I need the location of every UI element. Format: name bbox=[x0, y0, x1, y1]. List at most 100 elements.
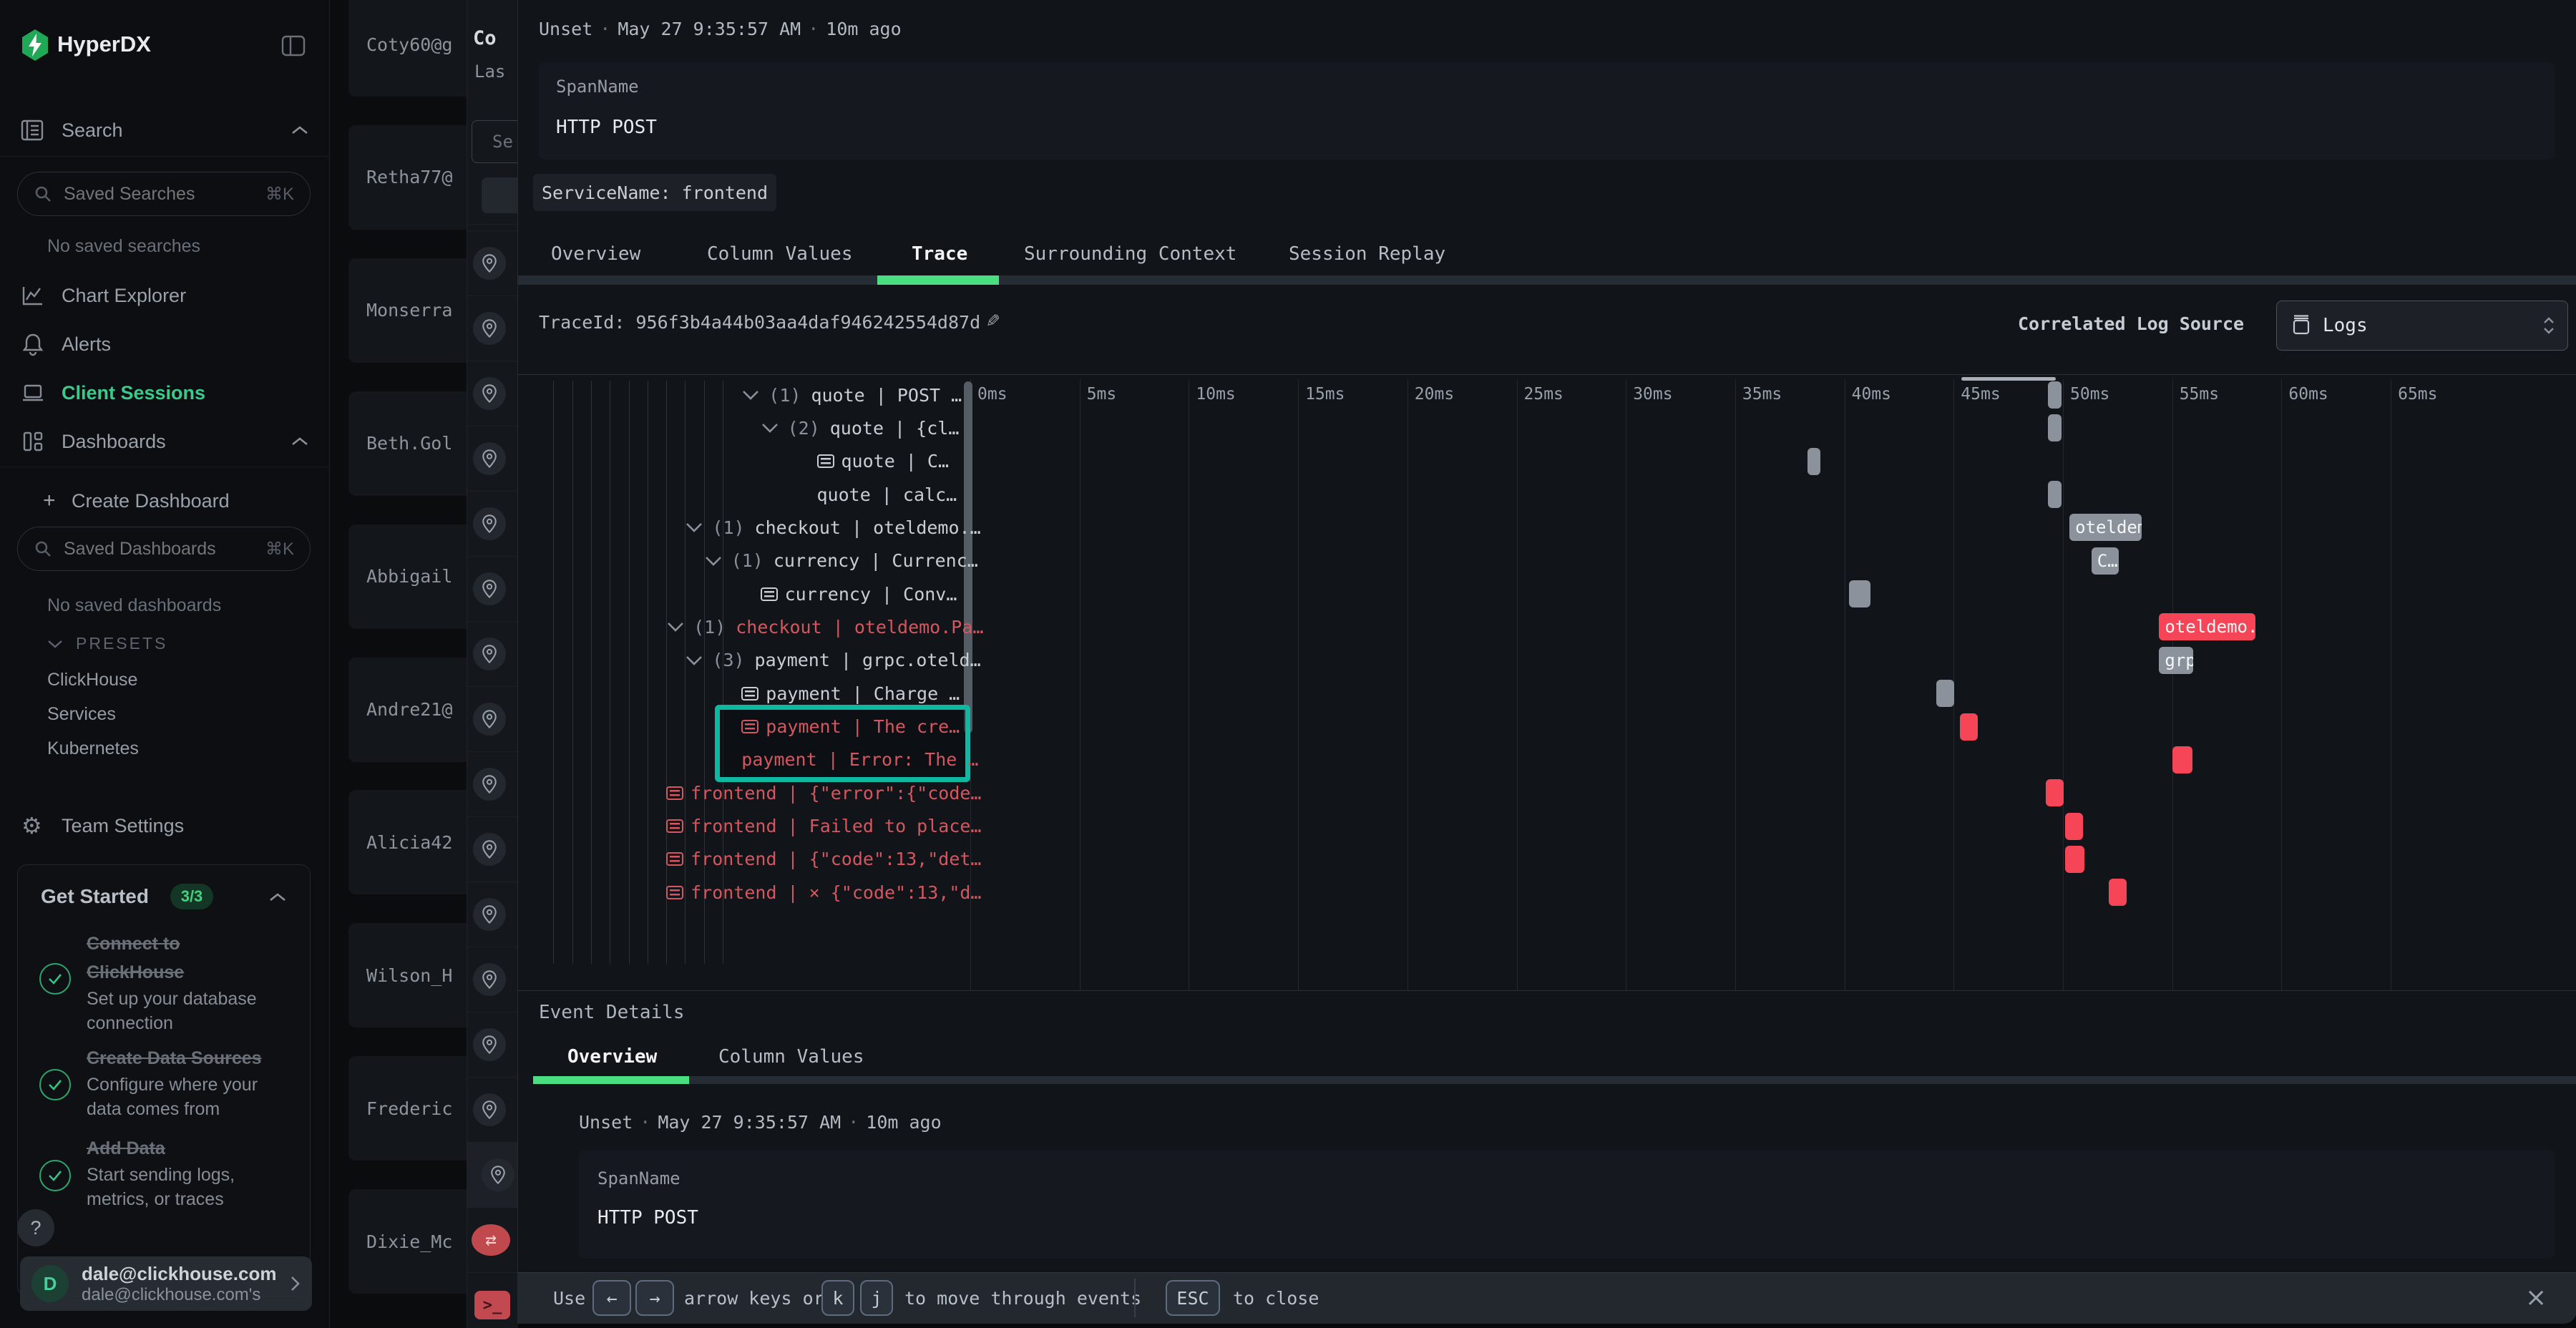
key-arrow-left[interactable]: ← bbox=[592, 1280, 631, 1316]
preset-services[interactable]: Services bbox=[47, 704, 116, 725]
location-pin-icon[interactable] bbox=[473, 442, 506, 475]
chevron-down-icon[interactable] bbox=[741, 389, 760, 401]
span-duration-bar[interactable] bbox=[2048, 414, 2062, 441]
event-details-tab-overview[interactable]: Overview bbox=[567, 1046, 657, 1068]
span-duration-bar[interactable] bbox=[2046, 779, 2064, 806]
trace-tree-row[interactable]: frontend | Failed to place… bbox=[666, 810, 981, 843]
chevron-down-icon[interactable] bbox=[685, 655, 703, 666]
preset-clickhouse[interactable]: ClickHouse bbox=[47, 670, 137, 690]
span-duration-bar[interactable] bbox=[2065, 846, 2084, 873]
get-started-item[interactable]: Add Data Start sending logs, metrics, or… bbox=[87, 1134, 235, 1211]
collapse-sidebar-icon[interactable] bbox=[280, 33, 306, 59]
span-duration-bar[interactable]: oteldemo… bbox=[2069, 514, 2142, 541]
preset-kubernetes[interactable]: Kubernetes bbox=[47, 738, 139, 759]
key-k[interactable]: k bbox=[821, 1280, 854, 1316]
location-pin-icon[interactable] bbox=[473, 833, 506, 866]
span-duration-bar[interactable]: C… bbox=[2092, 547, 2119, 575]
location-pin-icon[interactable] bbox=[473, 1093, 506, 1126]
span-duration-bar[interactable] bbox=[2048, 381, 2062, 409]
span-label: frontend | {"code":13,"det… bbox=[691, 849, 981, 869]
trace-tree-row[interactable]: payment | The cre… bbox=[741, 711, 960, 743]
trace-tree-row[interactable]: (2)quote | {cl… bbox=[761, 411, 960, 444]
trace-tree-row[interactable]: (1)checkout | oteldemo.… bbox=[685, 511, 980, 544]
chevron-down-icon[interactable] bbox=[704, 555, 723, 567]
chevron-down-icon[interactable] bbox=[685, 522, 703, 533]
span-duration-bar[interactable] bbox=[1849, 580, 1870, 607]
swap-arrows-icon[interactable]: ⇄ bbox=[472, 1224, 510, 1256]
sidebar-item-dashboards[interactable]: Dashboards bbox=[0, 421, 329, 462]
session-user-email: Frederic bbox=[366, 1098, 452, 1119]
session-list-background: Coty60@gRetha77@MonserraBeth.GolAbbigail… bbox=[329, 0, 467, 1328]
shortcut-hint: ⌘K bbox=[265, 539, 294, 560]
sidebar-item-search[interactable]: Search bbox=[0, 110, 329, 150]
span-duration-bar[interactable] bbox=[2109, 879, 2127, 906]
trace-tree-row[interactable]: (1)checkout | oteldemo.Pa… bbox=[666, 610, 983, 643]
trace-tree-row[interactable]: currency | Conv… bbox=[761, 577, 957, 610]
key-esc[interactable]: ESC bbox=[1166, 1280, 1220, 1316]
timeline-tick-label: 55ms bbox=[2180, 385, 2219, 404]
location-pin-icon[interactable] bbox=[473, 703, 506, 736]
tree-indent-guide bbox=[553, 381, 554, 964]
get-started-item[interactable]: Connect to ClickHouse Set up your databa… bbox=[87, 929, 257, 1035]
location-pin-icon[interactable] bbox=[482, 1158, 514, 1191]
trace-tree-row[interactable]: frontend | {"code":13,"det… bbox=[666, 843, 981, 876]
panel-search-input-clipped[interactable]: Se bbox=[472, 120, 518, 163]
close-icon[interactable]: × bbox=[2525, 1283, 2547, 1312]
chevron-up-icon[interactable] bbox=[267, 891, 288, 904]
trace-tree-row[interactable]: frontend | × {"code":13,"d… bbox=[666, 876, 981, 909]
sidebar-item-alerts[interactable]: Alerts bbox=[0, 324, 329, 364]
span-duration-bar[interactable] bbox=[2172, 746, 2192, 773]
key-j[interactable]: j bbox=[860, 1280, 893, 1316]
span-duration-bar[interactable] bbox=[2065, 813, 2083, 840]
sidebar-item-chart-explorer[interactable]: Chart Explorer bbox=[0, 275, 329, 316]
span-duration-bar[interactable] bbox=[1936, 680, 1954, 707]
location-pin-icon[interactable] bbox=[473, 572, 506, 605]
saved-dashboards-input[interactable]: ⌘K bbox=[17, 527, 311, 571]
location-pin-icon[interactable] bbox=[473, 247, 506, 280]
chevron-down-icon[interactable] bbox=[761, 422, 779, 434]
sidebar-item-client-sessions[interactable]: Client Sessions bbox=[0, 373, 329, 413]
location-pin-icon[interactable] bbox=[473, 1028, 506, 1061]
trace-tree-row[interactable]: payment | Error: The … bbox=[741, 743, 978, 776]
span-duration-bar[interactable] bbox=[2048, 481, 2062, 508]
chevron-down-icon[interactable] bbox=[666, 621, 685, 633]
saved-searches-input[interactable]: ⌘K bbox=[17, 172, 311, 216]
location-pin-icon[interactable] bbox=[473, 312, 506, 345]
timeline-tick-label: 65ms bbox=[2398, 385, 2437, 404]
log-event-icon bbox=[666, 786, 683, 800]
trace-tree-row[interactable]: quote | calc… bbox=[817, 478, 957, 511]
get-started-item[interactable]: Create Data Sources Configure where your… bbox=[87, 1044, 262, 1121]
trace-tree-row[interactable]: (1)currency | Currenc… bbox=[704, 545, 978, 577]
panel-button-clipped[interactable] bbox=[482, 177, 518, 213]
span-label: quote | POST … bbox=[811, 385, 962, 406]
location-pin-icon[interactable] bbox=[473, 638, 506, 670]
log-event-icon bbox=[741, 720, 758, 733]
trace-tree-row[interactable]: frontend | {"error":{"code… bbox=[666, 776, 981, 809]
span-duration-bar[interactable]: grp bbox=[2159, 647, 2193, 674]
timeline-gridline bbox=[1298, 379, 1299, 990]
footer-divider bbox=[1134, 1279, 1136, 1317]
trace-tree-row[interactable]: quote | C… bbox=[817, 445, 950, 478]
span-duration-bar[interactable] bbox=[1960, 713, 1978, 741]
key-arrow-right[interactable]: → bbox=[635, 1280, 674, 1316]
chevron-up-icon bbox=[289, 124, 311, 137]
location-pin-icon[interactable] bbox=[473, 768, 506, 801]
terminal-icon[interactable]: >_ bbox=[474, 1291, 510, 1319]
create-dashboard-button[interactable]: + Create Dashboard bbox=[0, 481, 329, 521]
user-menu[interactable]: D dale@clickhouse.com dale@clickhouse.co… bbox=[20, 1256, 312, 1311]
location-pin-icon[interactable] bbox=[473, 507, 506, 540]
location-pin-icon[interactable] bbox=[473, 898, 506, 931]
span-duration-bar[interactable] bbox=[1807, 448, 1820, 475]
sidebar-item-team-settings[interactable]: ⚙ Team Settings bbox=[0, 806, 329, 846]
presets-toggle[interactable]: PRESETS bbox=[46, 634, 167, 653]
span-duration-bar[interactable]: oteldemo. bbox=[2159, 613, 2255, 640]
trace-tree-row[interactable]: (3)payment | grpc.oteld… bbox=[685, 644, 980, 677]
help-button[interactable]: ? bbox=[17, 1209, 54, 1246]
log-event-icon bbox=[666, 852, 683, 866]
event-details-span-card: SpanName HTTP POST bbox=[579, 1150, 2555, 1259]
location-pin-icon[interactable] bbox=[473, 377, 506, 410]
location-pin-icon[interactable] bbox=[473, 963, 506, 996]
trace-tree-row[interactable]: (1)quote | POST … bbox=[741, 379, 962, 411]
trace-tree-row[interactable]: payment | Charge … bbox=[741, 677, 960, 710]
event-details-tab-column-values[interactable]: Column Values bbox=[718, 1046, 864, 1068]
